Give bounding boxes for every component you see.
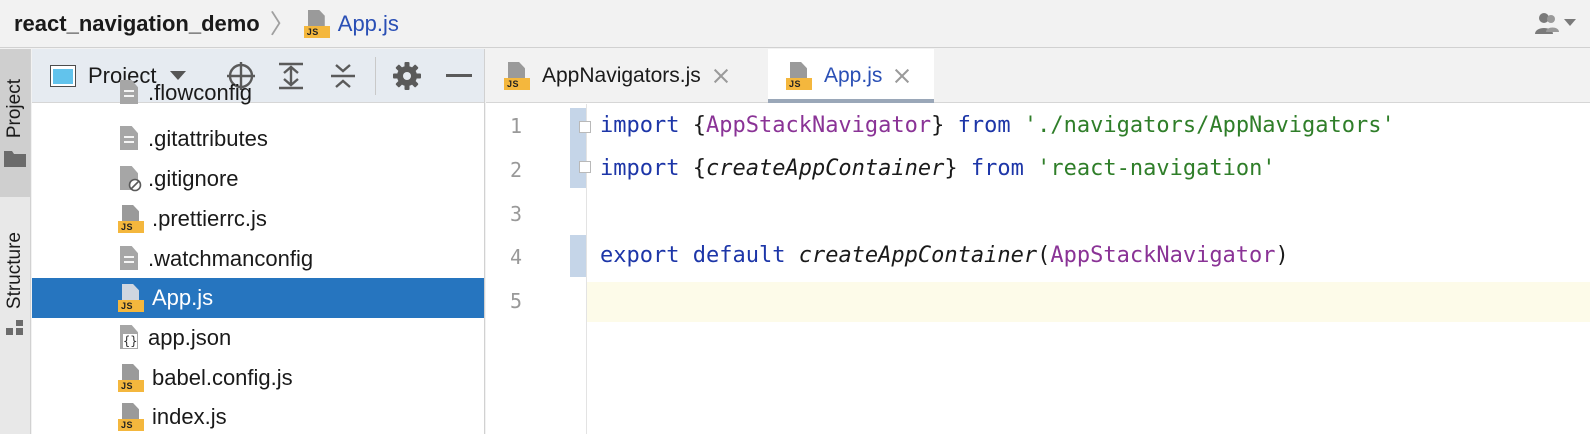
tree-item-app-json[interactable]: {} app.json [32, 318, 484, 358]
code-token: } [944, 156, 971, 181]
tab-app-js[interactable]: JS App.js [768, 49, 934, 103]
code-token: } [931, 113, 958, 138]
tree-item-label: App.js [152, 285, 214, 310]
editor-area: JS AppNavigators.js JS App.js 1 2 3 4 5 … [486, 49, 1590, 434]
code-line[interactable]: import {createAppContainer} from 'react-… [600, 156, 1276, 181]
tree-item-label: babel.config.js [152, 365, 293, 390]
breadcrumb-project[interactable]: react_navigation_demo [14, 11, 260, 37]
tree-item-gitattributes[interactable]: .gitattributes [32, 119, 484, 159]
tree-item-prettierrc[interactable]: JS .prettierrc.js [32, 199, 484, 239]
tool-tab-project[interactable]: Project [0, 49, 30, 197]
code-token: AppStackNavigator [1050, 243, 1276, 268]
js-file-icon: JS [786, 62, 812, 90]
tree-item-label: app.json [148, 325, 232, 350]
tree-item-gitignore[interactable]: .gitignore [32, 159, 484, 199]
code-token: from [970, 156, 1024, 181]
tool-window-strip: Project Structure [0, 49, 31, 434]
code-token: default [692, 243, 786, 268]
code-token: 'react-navigation' [1037, 156, 1276, 181]
line-number: 2 [509, 158, 522, 182]
code-token: './navigators/AppNavigators' [1023, 113, 1395, 138]
tree-item-label: .flowconfig [148, 80, 252, 105]
line-number: 4 [509, 245, 522, 269]
folder-icon [4, 150, 26, 167]
fold-marker-icon[interactable] [579, 161, 591, 173]
js-file-icon: JS [118, 403, 144, 431]
code-token: createAppContainer [705, 156, 945, 181]
title-bar: react_navigation_demo 〉 JS App.js [0, 0, 1590, 48]
ignore-file-icon [118, 166, 142, 192]
code-token: { [679, 113, 706, 138]
project-tool-window: Project .flowconfig .gitattributes .giti… [32, 49, 485, 434]
tree-item-watchmanconfig[interactable]: .watchmanconfig [32, 239, 484, 279]
tree-item-flowconfig[interactable]: .flowconfig [32, 73, 484, 113]
text-file-icon [118, 246, 140, 272]
vcs-change-marker[interactable] [570, 235, 586, 277]
tool-tab-structure-label: Structure [4, 232, 25, 310]
js-file-icon: JS [118, 364, 144, 392]
current-line-highlight [486, 282, 1590, 322]
user-account-button[interactable] [1534, 10, 1576, 36]
chevron-down-icon [1564, 19, 1576, 26]
code-token: import [600, 113, 680, 138]
tab-label: AppNavigators.js [542, 64, 701, 87]
breadcrumb-file-label: App.js [337, 10, 399, 36]
editor-gutter: 1 2 3 4 5 [486, 104, 591, 434]
tab-appnavigators-js[interactable]: JS AppNavigators.js [486, 49, 767, 103]
breadcrumb-separator-icon: 〉 [269, 8, 296, 39]
line-number: 5 [509, 289, 522, 313]
breadcrumb-file[interactable]: JS App.js [303, 9, 399, 38]
tree-item-index-js[interactable]: JS index.js [32, 397, 484, 434]
text-file-icon [118, 80, 140, 106]
js-file-icon: JS [303, 9, 330, 38]
code-token: createAppContainer [798, 243, 1038, 268]
tree-item-label: .gitattributes [148, 126, 268, 151]
tool-tab-project-label: Project [4, 79, 25, 139]
vcs-change-marker[interactable] [570, 108, 586, 188]
text-file-icon [118, 126, 140, 152]
tree-item-label: index.js [152, 404, 227, 429]
code-token: ( [1037, 243, 1051, 268]
json-file-icon: {} [118, 325, 140, 351]
editor-tab-bar: JS AppNavigators.js JS App.js [486, 49, 1590, 103]
tab-label: App.js [824, 64, 883, 87]
code-token: from [957, 113, 1011, 138]
tree-item-label: .gitignore [148, 166, 239, 191]
fold-marker-icon[interactable] [579, 121, 591, 133]
close-icon[interactable] [713, 68, 729, 84]
js-file-icon: JS [118, 284, 144, 312]
close-icon[interactable] [894, 68, 910, 84]
structure-icon [6, 319, 23, 335]
code-token: export [600, 243, 680, 268]
tool-tab-structure[interactable]: Structure [0, 209, 30, 359]
js-file-icon: JS [118, 205, 144, 233]
code-token: ) [1275, 243, 1289, 268]
user-icon [1535, 13, 1559, 34]
tree-item-label: .watchmanconfig [148, 246, 314, 271]
code-line[interactable]: import {AppStackNavigator} from './navig… [600, 113, 1395, 138]
code-token: { [679, 156, 706, 181]
code-token: AppStackNavigator [705, 113, 932, 138]
code-token: import [600, 156, 680, 181]
line-number: 1 [509, 114, 522, 138]
tree-item-label: .prettierrc.js [152, 206, 267, 231]
tree-item-app-js[interactable]: JS App.js [32, 278, 484, 318]
code-line[interactable]: export default createAppContainer(AppSta… [600, 243, 1289, 268]
tree-item-babel-config[interactable]: JS babel.config.js [32, 358, 484, 398]
js-file-icon: JS [504, 62, 530, 90]
line-number: 3 [509, 202, 522, 226]
